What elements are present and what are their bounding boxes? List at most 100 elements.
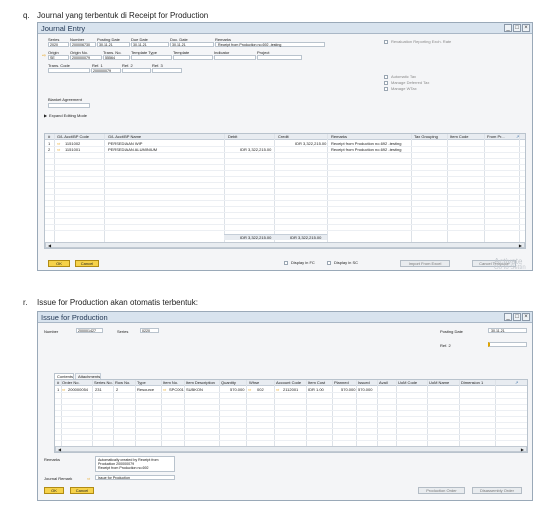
issue-title: Issue for Production [41,313,108,322]
total-debit: IDR 3,322,215.00 [240,235,272,240]
col-header: Debit [228,134,238,139]
label-number: Number [44,329,59,334]
auto-tax-checkbox[interactable] [384,75,388,79]
template-type-field[interactable] [131,55,172,60]
production-order-button[interactable]: Production Order [418,487,465,494]
maximize-icon[interactable]: □ [513,313,521,321]
disassembly-order-button[interactable]: Disassembly Order [472,487,522,494]
col-header: From Pr... [487,134,505,139]
origin-field[interactable]: SE [48,55,69,60]
project-field[interactable] [257,55,302,60]
issue-posting-date-field[interactable]: 30.11.21 [488,328,527,333]
number-field[interactable]: 200006730 [70,42,96,47]
col-header: Credit [278,134,289,139]
link-arrow-icon[interactable]: ⇨ [248,387,251,392]
remarks-field[interactable]: Receipt from Production no.692 -testing [215,42,325,47]
link-arrow-icon[interactable]: ⇨ [57,147,60,152]
label-blanket-agreement: Blanket Agreement [48,97,82,102]
scroll-left-icon[interactable]: ◀ [48,243,51,248]
issue-series-field[interactable]: 0220 [140,328,159,333]
display-fc-label: Display in FC [291,260,315,265]
scroll-right-icon[interactable]: ▶ [521,447,524,452]
auto-tax-label: Automatic Tax [391,74,417,79]
table-expand-icon[interactable]: ↗ [515,380,518,385]
ok-button[interactable]: OK [44,487,64,494]
trans-code-field[interactable] [48,68,90,73]
due-date-field[interactable]: 30.11.21 [131,42,169,47]
manage-deferred-checkbox[interactable] [384,81,388,85]
close-icon[interactable]: × [522,313,530,321]
manage-wtax-checkbox[interactable] [384,87,388,91]
template-field[interactable] [173,55,213,60]
label-posting-date: Posting Date [440,329,463,334]
journal-remark-field[interactable]: Issue for Production [95,475,175,480]
scroll-right-icon[interactable]: ▶ [519,243,522,248]
cancel-button[interactable]: Cancel [75,260,99,267]
maximize-icon[interactable]: □ [513,24,521,32]
journal-entry-window: Journal Entry _ □ × Series Number Postin… [37,22,533,271]
display-sc-checkbox[interactable] [327,261,331,265]
link-arrow-icon[interactable]: ⇨ [163,387,166,392]
issue-ref2-field[interactable] [488,342,527,347]
caption-r-letter: r. [23,298,28,307]
caption-q-text: Journal yang terbentuk di Receipt for Pr… [37,11,209,20]
table-row[interactable]: 1 ⇨ 1151002 PERSEDIAAN WIP IDR 3,322,215… [45,141,525,146]
journal-lines-table: # G/L Acct/BP Code G/L Acct/BP Name Debi… [44,133,526,249]
origin-no-field[interactable]: 200000079 [70,55,102,60]
display-sc-label: Display in SC [334,260,359,265]
table-row[interactable]: 2 ⇨ 1151001 PERSEDIAAN ALUMINIUM IDR 3,3… [45,147,525,152]
minimize-icon[interactable]: _ [504,313,512,321]
link-arrow-icon[interactable]: ⇨ [276,387,279,392]
watermark-settings: Go to Settin [494,265,526,271]
col-header: Tax Grouping [414,134,438,139]
posting-date-field[interactable]: 30.11.21 [97,42,130,47]
issue-titlebar: Issue for Production _ □ × [38,312,532,323]
link-arrow-icon[interactable]: ⇨ [62,387,65,392]
link-arrow-icon[interactable]: ⇨ [87,476,90,481]
horizontal-scrollbar[interactable]: ◀ ▶ [45,242,525,248]
total-credit: IDR 3,322,215.00 [290,235,322,240]
table-row[interactable]: 1 ⇨ 200000054 231 2 Resource ⇨ SPC001 SU… [55,387,527,392]
ok-button[interactable]: OK [48,260,70,267]
caption-r-text: Issue for Production akan otomatis terbe… [37,298,198,307]
issue-remarks-field[interactable]: Automatically created by Receipt from Pr… [95,456,175,472]
journal-entry-titlebar: Journal Entry _ □ × [38,23,532,34]
col-header: Remarks [331,134,348,139]
cancel-button[interactable]: Cancel [70,487,94,494]
issue-for-production-window: Issue for Production _ □ × Number 200001… [37,311,533,501]
revaluation-checkbox[interactable] [384,40,388,44]
trans-no-field[interactable]: 55564 [103,55,130,60]
issue-lines-table: # Order No. Series No. Row No. Type Item… [54,379,528,453]
expand-arrow-icon[interactable]: ▶ [44,113,47,118]
ref1-field[interactable]: 200000079 [91,68,121,73]
display-fc-checkbox[interactable] [284,261,288,265]
scroll-left-icon[interactable]: ◀ [58,447,61,452]
expand-editing-mode[interactable]: Expand Editing Mode [49,113,87,118]
manage-wtax-label: Manage WTax [391,86,417,91]
label-remarks: Remarks [44,457,61,462]
ref3-field[interactable] [152,68,182,73]
import-from-excel-button[interactable]: Import From Excel [400,260,450,267]
series-field[interactable]: 2020 [48,42,69,47]
issue-number-field[interactable]: 200001427 [76,328,103,333]
issue-table-header: # Order No. Series No. Row No. Type Item… [55,380,527,386]
totals-row: IDR 3,322,215.00 IDR 3,322,215.00 [224,234,327,240]
journal-entry-title: Journal Entry [41,24,86,33]
doc-date-field[interactable]: 30.11.21 [170,42,214,47]
close-icon[interactable]: × [522,24,530,32]
col-header: Item Code [450,134,469,139]
journal-table-header: # G/L Acct/BP Code G/L Acct/BP Name Debi… [45,134,525,140]
col-header: G/L Acct/BP Name [108,134,142,139]
manage-deferred-label: Manage Deferred Tax [391,80,430,85]
link-arrow-icon[interactable]: ⇨ [57,141,60,146]
revaluation-label: Revaluation Reporting Exch. Rate [391,39,452,44]
blanket-agreement-field[interactable] [48,103,90,108]
origin-link-arrow-icon[interactable]: ⇨ [42,54,46,59]
indicator-field[interactable] [214,55,256,60]
ref2-field[interactable] [122,68,151,73]
caption-q-letter: q. [23,11,30,20]
minimize-icon[interactable]: _ [504,24,512,32]
horizontal-scrollbar[interactable]: ◀ ▶ [55,446,527,452]
col-header: # [48,134,51,139]
label-journal-remark: Journal Remark [44,476,73,481]
